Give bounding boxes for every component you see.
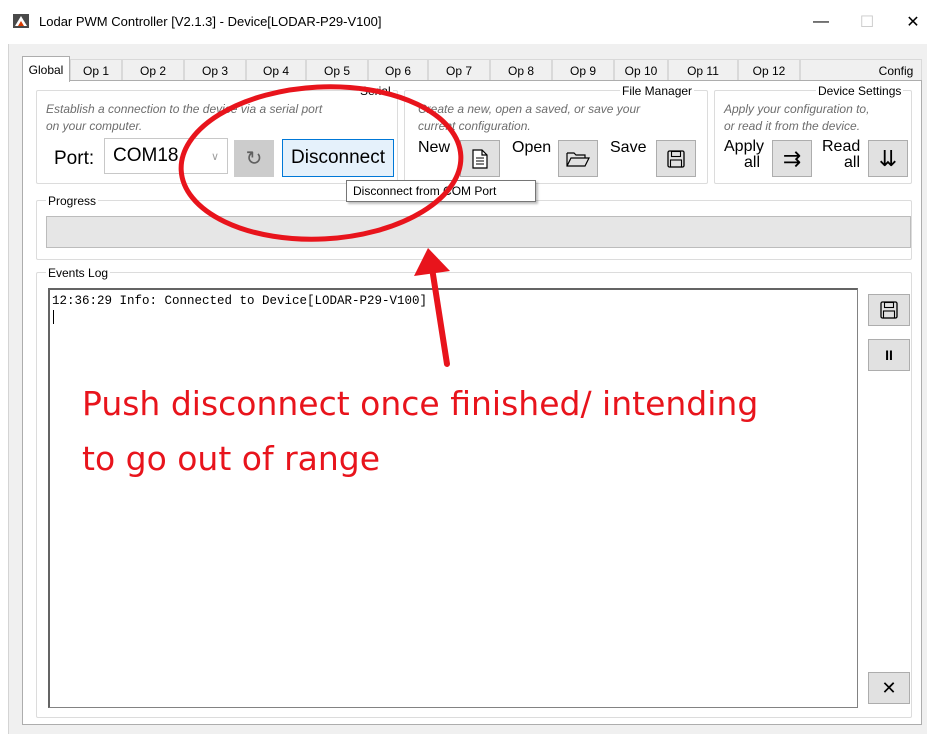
read-all-button[interactable]: ⇊: [868, 140, 908, 177]
serial-group-title: Serial: [358, 84, 393, 98]
new-file-button[interactable]: [460, 140, 500, 177]
tab-op-4[interactable]: Op 4: [246, 59, 306, 81]
serial-hint-line-1: Establish a connection to the device via…: [46, 102, 323, 116]
save-icon: [880, 301, 898, 319]
clear-icon: ✕: [881, 677, 897, 698]
progress-group-title: Progress: [46, 194, 99, 208]
log-line: 12:36:29 Info: Connected to Device[LODAR…: [52, 294, 428, 308]
app-logo-icon: [13, 14, 29, 28]
tab-global[interactable]: Global: [22, 56, 70, 82]
apply-all-label-1: Apply: [724, 138, 765, 155]
device-settings-hint-line-2: or read it from the device.: [724, 119, 861, 133]
events-log-group-title: Events Log: [46, 266, 111, 280]
tab-config[interactable]: Config: [800, 59, 922, 81]
annotation-line-1: Push disconnect once finished/ intending: [82, 384, 759, 423]
events-log-textarea[interactable]: 12:36:29 Info: Connected to Device[LODAR…: [48, 288, 858, 708]
tab-op-5[interactable]: Op 5: [306, 59, 368, 81]
file-manager-hint-line-1: Create a new, open a saved, or save your: [418, 102, 641, 116]
save-icon: [667, 149, 685, 168]
close-button[interactable]: ✕: [890, 0, 933, 44]
read-all-label-1: Read: [822, 138, 861, 155]
clear-log-button[interactable]: ✕: [868, 672, 910, 704]
read-arrow-icon: ⇊: [878, 145, 898, 171]
title-bar[interactable]: Lodar PWM Controller [V2.1.3] - Device[L…: [0, 0, 933, 44]
tab-op-6[interactable]: Op 6: [368, 59, 428, 81]
tab-op-9[interactable]: Op 9: [552, 59, 614, 81]
tab-op-12[interactable]: Op 12: [738, 59, 800, 81]
app-window: Lodar PWM Controller [V2.1.3] - Device[L…: [0, 0, 933, 740]
device-settings-group-title: Device Settings: [816, 84, 904, 98]
annotation-line-2: to go out of range: [82, 439, 381, 478]
read-all-label-2: all: [844, 154, 861, 171]
serial-hint-line-2: on your computer.: [46, 119, 143, 133]
apply-all-button[interactable]: ⇉: [772, 140, 812, 177]
chevron-down-icon[interactable]: ∨: [203, 139, 227, 173]
maximize-button[interactable]: ☐: [844, 0, 890, 44]
refresh-icon: ↻: [245, 148, 263, 170]
new-label: New: [418, 139, 451, 156]
progress-bar: [46, 216, 911, 248]
save-file-button[interactable]: [656, 140, 696, 177]
file-manager-hint-line-2: current configuration.: [418, 119, 531, 133]
disconnect-tooltip: Disconnect from COM Port: [346, 180, 536, 202]
apply-arrow-icon: ⇉: [782, 145, 802, 171]
pause-log-button[interactable]: II: [868, 339, 910, 371]
tab-op-10[interactable]: Op 10: [614, 59, 668, 81]
refresh-ports-button[interactable]: ↻: [234, 140, 274, 177]
window-title: Lodar PWM Controller [V2.1.3] - Device[L…: [39, 14, 382, 29]
annotation-text: Push disconnect once finished/ intending…: [82, 376, 842, 486]
open-label: Open: [512, 139, 552, 156]
open-file-button[interactable]: [558, 140, 598, 177]
tab-op-3[interactable]: Op 3: [184, 59, 246, 81]
tab-op-8[interactable]: Op 8: [490, 59, 552, 81]
text-caret: [53, 310, 54, 324]
save-log-button[interactable]: [868, 294, 910, 326]
tab-op-11[interactable]: Op 11: [668, 59, 738, 81]
port-label: Port:: [54, 148, 95, 169]
file-manager-group-title: File Manager: [620, 84, 695, 98]
tab-strip: Global Op 1 Op 2 Op 3 Op 4 Op 5 Op 6 Op …: [22, 56, 922, 82]
pause-icon: II: [885, 347, 893, 363]
port-select[interactable]: COM18 ∨: [104, 138, 228, 174]
tab-op-2[interactable]: Op 2: [122, 59, 184, 81]
new-file-icon: [472, 148, 488, 169]
tab-op-1[interactable]: Op 1: [70, 59, 122, 81]
tab-op-7[interactable]: Op 7: [428, 59, 490, 81]
device-settings-hint-line-1: Apply your configuration to,: [724, 102, 870, 116]
apply-all-label-2: all: [744, 154, 761, 171]
save-label: Save: [610, 139, 647, 156]
minimize-button[interactable]: —: [798, 0, 844, 44]
disconnect-button[interactable]: Disconnect: [282, 139, 394, 177]
port-select-value: COM18: [113, 145, 179, 166]
folder-open-icon: [566, 151, 590, 167]
